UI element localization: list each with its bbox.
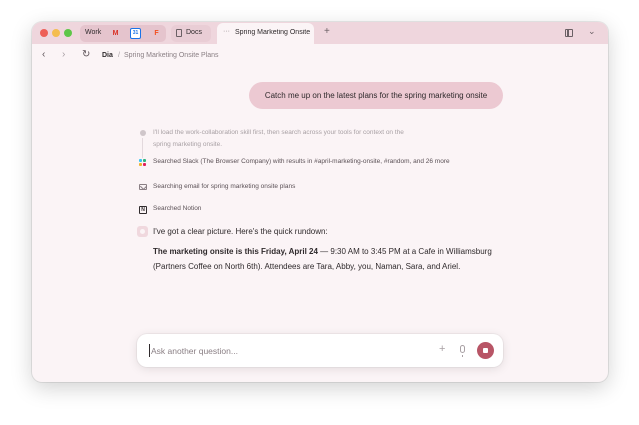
step-notion-search[interactable]: Searched Notion: [153, 204, 201, 214]
slack-icon: [139, 159, 147, 167]
ask-input[interactable]: [151, 342, 431, 359]
close-window-button[interactable]: [40, 29, 48, 37]
user-message: Catch me up on the latest plans for the …: [249, 82, 503, 109]
reload-button[interactable]: ↻: [82, 49, 90, 60]
answer-body: The marketing onsite is this Friday, Apr…: [153, 244, 493, 274]
step-slack-search[interactable]: Searched Slack (The Browser Company) wit…: [153, 157, 483, 167]
breadcrumb-root[interactable]: Dia: [102, 52, 113, 59]
mic-icon[interactable]: [460, 345, 465, 357]
tab-bar: Work M 31 F Docs ··· Spring Marketing On…: [32, 22, 608, 44]
chevron-down-icon[interactable]: ⌄: [588, 26, 596, 37]
text-cursor: [149, 344, 150, 357]
answer-highlight: The marketing onsite is this Friday, Apr…: [153, 247, 318, 256]
timeline-divider: [142, 138, 143, 158]
minimize-window-button[interactable]: [52, 29, 60, 37]
notion-icon: N: [139, 206, 147, 214]
thinking-dot-icon: [140, 130, 146, 136]
calendar-icon[interactable]: 31: [130, 28, 141, 39]
breadcrumb-page[interactable]: Spring Marketing Onsite Plans: [124, 52, 219, 59]
breadcrumb-separator: /: [118, 52, 120, 59]
gmail-icon[interactable]: M: [110, 28, 121, 39]
new-tab-button[interactable]: +: [324, 26, 330, 37]
document-icon: [176, 29, 182, 37]
back-button[interactable]: ‹: [42, 49, 45, 60]
step-email-search[interactable]: Searching email for spring marketing ons…: [153, 182, 295, 192]
tab-group-label: Work: [85, 29, 102, 36]
chat-area: Catch me up on the latest plans for the …: [32, 66, 608, 382]
attach-button[interactable]: +: [439, 343, 445, 355]
figma-icon[interactable]: F: [151, 28, 162, 39]
tab-label: Docs: [186, 29, 202, 36]
tab-label: Spring Marketing Onsite: [235, 29, 311, 36]
zoom-window-button[interactable]: [64, 29, 72, 37]
tab-docs[interactable]: Docs: [171, 25, 211, 42]
answer-intro: I've got a clear picture. Here's the qui…: [153, 227, 328, 236]
tab-spring-marketing-onsite[interactable]: ··· Spring Marketing Onsite: [217, 23, 314, 44]
mail-icon: [139, 184, 147, 190]
sidebar-toggle-icon[interactable]: [565, 29, 573, 37]
assistant-icon: [137, 226, 148, 237]
step-thought: I'll load the work-collaboration skill f…: [153, 129, 404, 148]
address-bar: ‹ › ↻ Dia / Spring Marketing Onsite Plan…: [32, 44, 608, 66]
browser-window: Work M 31 F Docs ··· Spring Marketing On…: [32, 22, 608, 382]
composer: +: [137, 334, 503, 367]
stop-icon[interactable]: [477, 342, 494, 359]
tab-group-work[interactable]: Work M 31 F: [80, 25, 166, 42]
tab-loading-icon: ···: [223, 28, 230, 35]
forward-button[interactable]: ›: [62, 49, 65, 60]
